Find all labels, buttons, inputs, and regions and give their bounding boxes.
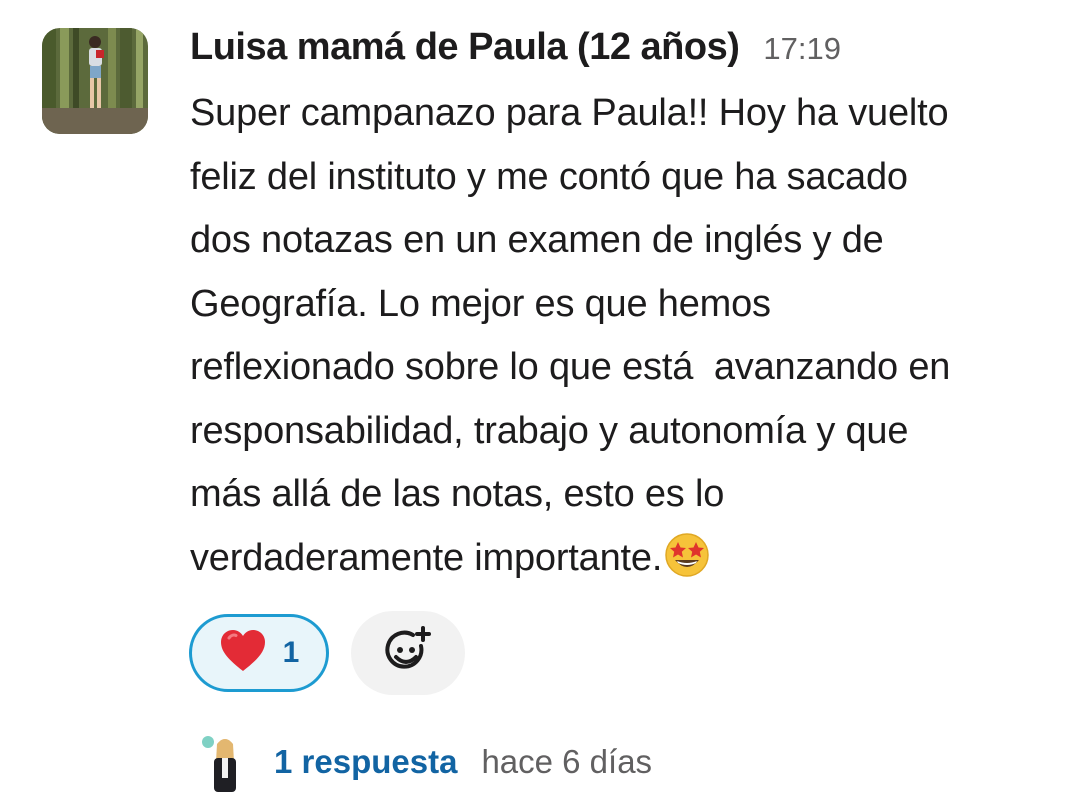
message-line: Super campanazo para Paula!! Hoy ha vuel…	[190, 92, 949, 134]
reactions-bar: 1	[189, 611, 465, 695]
author-name[interactable]: Luisa mamá de Paula (12 años)	[190, 26, 740, 69]
reply-avatar	[194, 732, 254, 792]
message-body: Super campanazo para Paula!! Hoy ha vuel…	[190, 82, 1060, 590]
message-line: Geografía. Lo mejor es que hemos	[190, 282, 771, 325]
red-heart-emoji	[219, 629, 267, 678]
add-reaction-button[interactable]	[351, 611, 465, 695]
thread-replies-link[interactable]: 1 respuesta	[274, 743, 457, 781]
message-line: responsabilidad, trabajo y autonomía y q…	[190, 409, 909, 452]
message-line: reflexionado sobre lo que está avanzando…	[190, 346, 951, 388]
add-emoji-icon	[383, 625, 433, 681]
star-struck-emoji	[664, 532, 710, 599]
message-line-last: verdaderamente importante.	[190, 527, 1060, 591]
message-line: feliz del instituto y me contó que ha sa…	[190, 155, 908, 198]
message-line: dos notazas en un examen de inglés y de	[190, 219, 884, 261]
message: Luisa mamá de Paula (12 años) 17:19 Supe…	[0, 0, 1080, 808]
message-line: más allá de las notas, esto es lo	[190, 473, 725, 515]
message-timestamp[interactable]: 17:19	[763, 31, 841, 67]
thread-last-reply-time: hace 6 días	[481, 743, 653, 780]
message-header: Luisa mamá de Paula (12 años) 17:19	[190, 26, 841, 76]
message-line-text: verdaderamente importante.	[190, 536, 663, 579]
thread-summary[interactable]: 1 respuesta hace 6 días	[194, 732, 652, 792]
author-avatar[interactable]	[42, 28, 148, 134]
reaction-count: 1	[282, 636, 300, 669]
author-avatar-photo	[42, 28, 148, 134]
reaction-heart[interactable]: 1	[189, 614, 329, 692]
